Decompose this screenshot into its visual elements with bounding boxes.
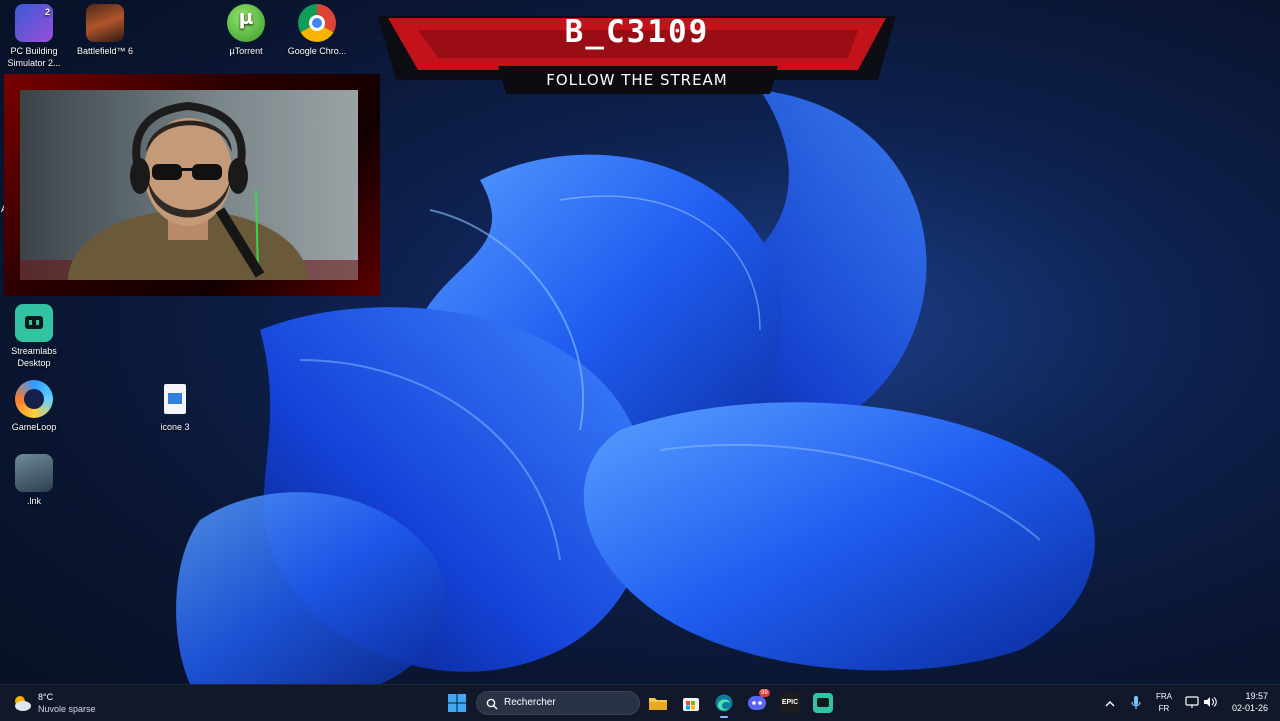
streamlabs-taskbar-button[interactable] <box>813 693 833 713</box>
desktop-icon-gameloop[interactable]: GameLoop <box>0 380 70 433</box>
microphone-icon <box>1131 696 1141 709</box>
webcam-person-image <box>20 101 358 280</box>
search-icon <box>486 697 498 710</box>
desktop-icon-pc-building-simulator[interactable]: 2 PC Building Simulator 2... <box>0 4 70 69</box>
clock-date: 02-01-26 <box>1231 703 1268 713</box>
network-icon <box>1185 696 1199 708</box>
desktop-icon-label: µTorrent <box>229 46 263 56</box>
epic-games-icon: EPIC <box>781 699 799 706</box>
battlefield-icon <box>86 4 124 42</box>
microphone-indicator[interactable] <box>1130 695 1142 711</box>
clock[interactable]: 19:57 02-01-26 <box>1232 690 1268 714</box>
desktop-icon-icone-3[interactable]: icone 3 <box>139 380 211 433</box>
streamlabs-icon <box>15 304 53 342</box>
desktop-icon-lnk[interactable]: .lnk <box>0 454 70 507</box>
windows-logo-icon <box>448 694 466 712</box>
webcam-feed <box>20 90 358 280</box>
active-app-indicator <box>720 716 728 718</box>
desktop-icon-streamlabs[interactable]: Streamlabs Desktop <box>0 304 70 369</box>
weather-temperature: 8°C <box>38 692 54 702</box>
discord-button[interactable]: 99 <box>747 689 770 713</box>
desktop-icon-label: PC Building Simulator 2... <box>7 46 61 68</box>
search-placeholder: Rechercher <box>504 697 556 708</box>
desktop-icon-utorrent[interactable]: µ µTorrent <box>210 4 282 57</box>
desktop-icon-label: .lnk <box>26 496 41 506</box>
language-code: FRA <box>1156 692 1172 701</box>
taskbar: 8°C Nuvole sparse Rechercher 99 EPIC FRA… <box>0 684 1280 721</box>
desktop-icon-label: GameLoop <box>11 422 57 432</box>
desktop-icon-label: Streamlabs Desktop <box>11 346 57 368</box>
follow-the-stream-text: FOLLOW THE STREAM <box>546 71 728 89</box>
cloud-icon <box>12 694 32 712</box>
file-explorer-button[interactable] <box>648 693 668 713</box>
keyboard-layout-code: FR <box>1158 704 1170 713</box>
gameloop-icon <box>15 380 53 418</box>
utorrent-icon: µ <box>227 4 265 42</box>
edge-icon <box>715 694 733 712</box>
streamlabs-icon <box>817 698 829 707</box>
epic-games-button[interactable]: EPIC <box>780 693 800 713</box>
desktop-icon-google-chrome[interactable]: Google Chro... <box>281 4 353 57</box>
volume-indicator[interactable] <box>1203 695 1217 709</box>
speaker-icon <box>1204 697 1217 707</box>
streamer-name: B_C3109 <box>564 14 710 50</box>
desktop-icon-label: Google Chro... <box>287 46 347 56</box>
pc-building-simulator-icon: 2 <box>15 4 53 42</box>
image-file-icon <box>164 384 186 414</box>
chrome-icon <box>298 4 336 42</box>
game-shortcut-icon <box>15 454 53 492</box>
input-language-switcher[interactable]: FRA FR <box>1152 691 1176 715</box>
weather-condition: Nuvole sparse <box>38 704 96 714</box>
desktop-icon-label: Battlefield™ 6 <box>76 46 134 56</box>
notification-badge: 99 <box>759 689 770 697</box>
store-icon <box>683 698 699 711</box>
start-button[interactable] <box>447 693 467 713</box>
microsoft-store-button[interactable] <box>681 693 701 713</box>
desktop-icon-label: icone 3 <box>160 422 190 432</box>
clock-time: 19:57 <box>1245 691 1268 701</box>
network-indicator[interactable] <box>1185 695 1199 709</box>
folder-icon <box>649 698 667 710</box>
desktop-icon-battlefield-6[interactable]: Battlefield™ 6 <box>69 4 141 57</box>
chevron-up-icon <box>1105 701 1115 707</box>
taskbar-search-box[interactable]: Rechercher <box>476 691 640 715</box>
show-hidden-icons-chevron[interactable] <box>1104 697 1116 709</box>
edge-button[interactable] <box>714 693 734 718</box>
